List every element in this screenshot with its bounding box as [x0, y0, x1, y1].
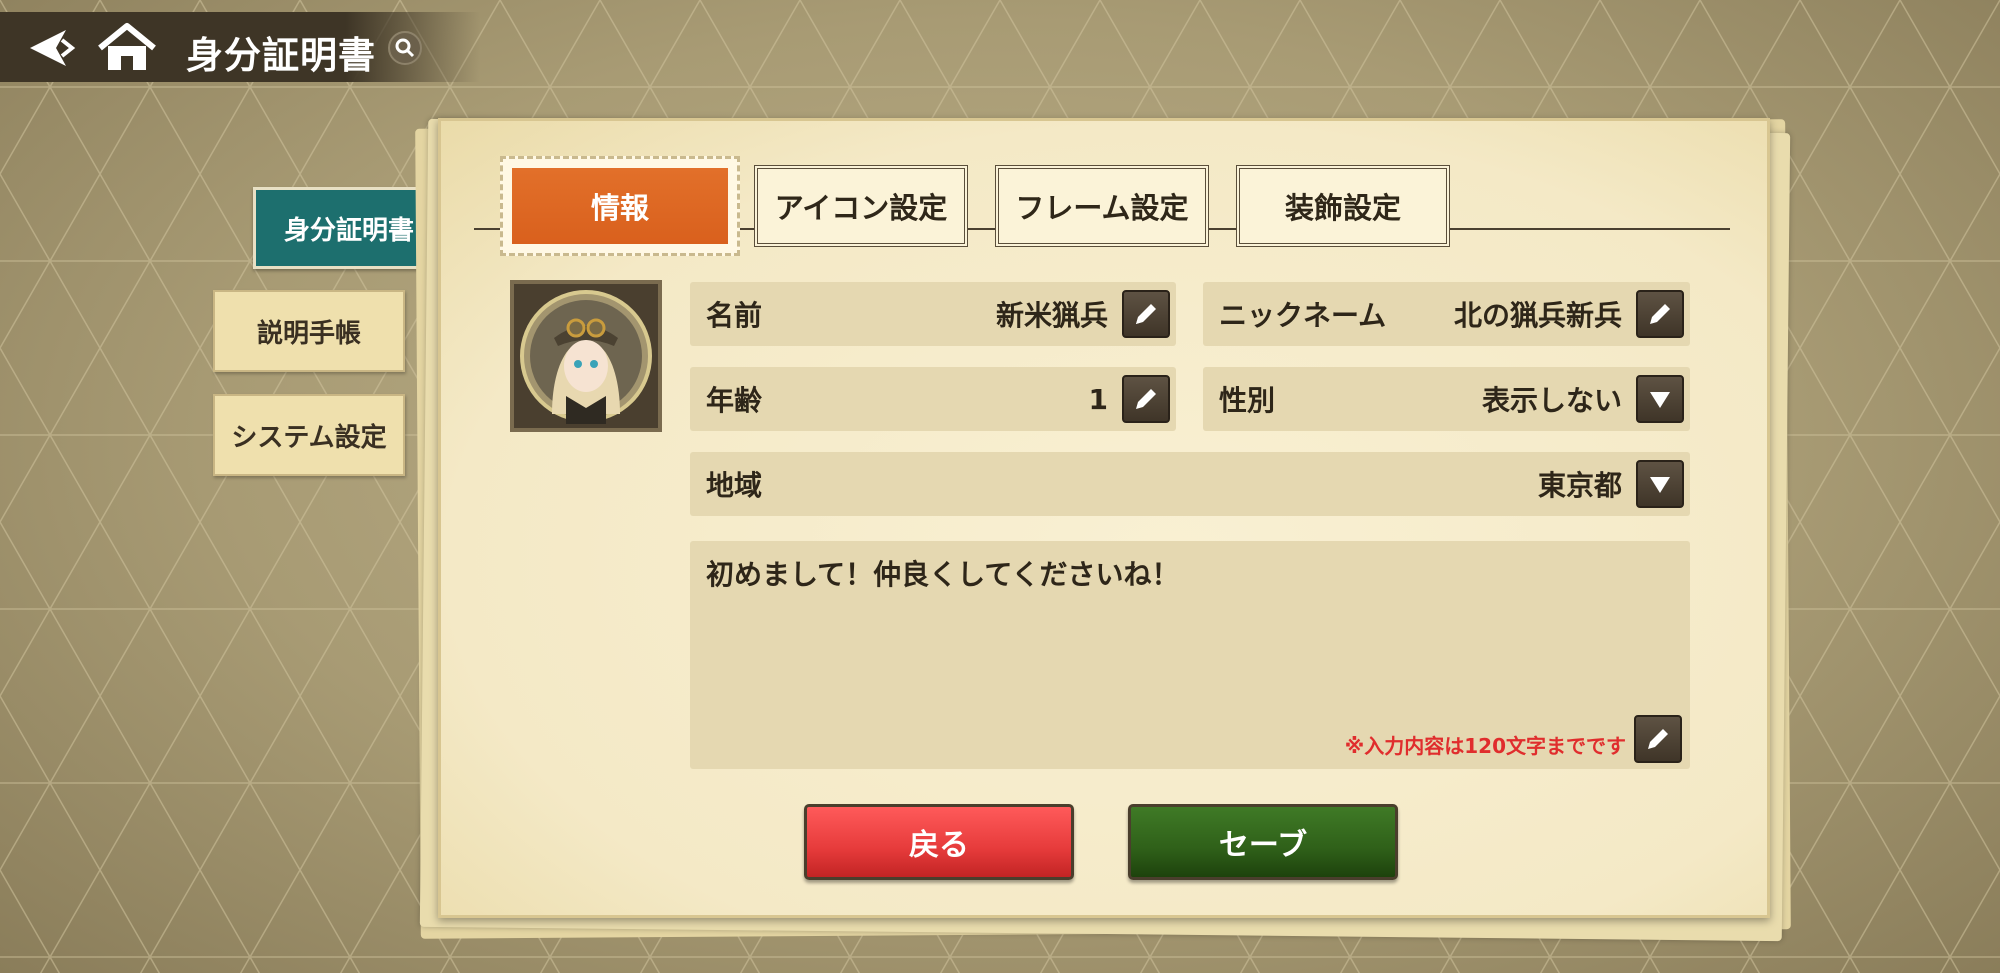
bio-text: 初めまして！仲良くしてくださいね！	[706, 558, 1180, 591]
bio-character-limit-note: ※入力内容は120文字までです	[1344, 734, 1626, 758]
tab-label: アイコン設定	[774, 191, 948, 225]
sidebar-item-label: システム設定	[231, 422, 387, 453]
tab-frame-settings[interactable]: フレーム設定	[995, 165, 1209, 247]
nickname-value: 北の猟兵新兵	[1453, 299, 1622, 332]
pencil-icon[interactable]	[1122, 375, 1170, 423]
pencil-icon[interactable]	[1634, 715, 1682, 763]
search-icon[interactable]	[388, 31, 422, 65]
gender-value: 表示しない	[1481, 384, 1622, 417]
region-value: 東京都	[1537, 469, 1622, 502]
tab-label: 情報	[512, 168, 728, 244]
back-arrow-icon[interactable]	[26, 26, 80, 70]
sidebar-item-label: 説明手帳	[256, 318, 361, 349]
page-title: 身分証明書	[186, 34, 376, 77]
bio-textarea[interactable]: 初めまして！仲良くしてくださいね！ ※入力内容は120文字までです	[690, 541, 1690, 769]
save-button[interactable]: セーブ	[1128, 804, 1398, 880]
avatar[interactable]	[510, 280, 662, 432]
age-label: 年齢	[706, 384, 763, 417]
tab-decoration-settings[interactable]: 装飾設定	[1236, 165, 1450, 247]
gender-select[interactable]: 性別 表示しない	[1203, 367, 1690, 431]
nickname-label: ニックネーム	[1219, 299, 1387, 332]
sidebar-item-system-settings[interactable]: システム設定	[213, 394, 405, 476]
name-field: 名前 新米猟兵	[690, 282, 1176, 346]
region-select[interactable]: 地域 東京都	[690, 452, 1690, 516]
tab-icon-settings[interactable]: アイコン設定	[754, 165, 968, 247]
sidebar-item-label: 身分証明書	[283, 215, 414, 246]
pencil-icon[interactable]	[1122, 290, 1170, 338]
region-label: 地域	[706, 469, 763, 502]
age-field: 年齢 1	[690, 367, 1176, 431]
gender-label: 性別	[1219, 384, 1276, 417]
name-label: 名前	[706, 299, 763, 332]
tab-label: 装飾設定	[1284, 191, 1401, 225]
top-bar: 身分証明書	[0, 12, 480, 82]
save-button-label: セーブ	[1218, 828, 1308, 863]
dropdown-triangle-icon[interactable]	[1636, 375, 1684, 423]
age-value: 1	[1088, 382, 1108, 416]
back-button[interactable]: 戻る	[804, 804, 1074, 880]
home-icon[interactable]	[96, 22, 158, 74]
sidebar-item-manual[interactable]: 説明手帳	[213, 290, 405, 372]
nickname-field: ニックネーム 北の猟兵新兵	[1203, 282, 1690, 346]
tab-label: フレーム設定	[1015, 191, 1189, 225]
dropdown-triangle-icon[interactable]	[1636, 460, 1684, 508]
pencil-icon[interactable]	[1636, 290, 1684, 338]
name-value: 新米猟兵	[995, 299, 1108, 332]
back-button-label: 戻る	[909, 828, 969, 863]
tab-info[interactable]: 情報	[500, 156, 740, 256]
